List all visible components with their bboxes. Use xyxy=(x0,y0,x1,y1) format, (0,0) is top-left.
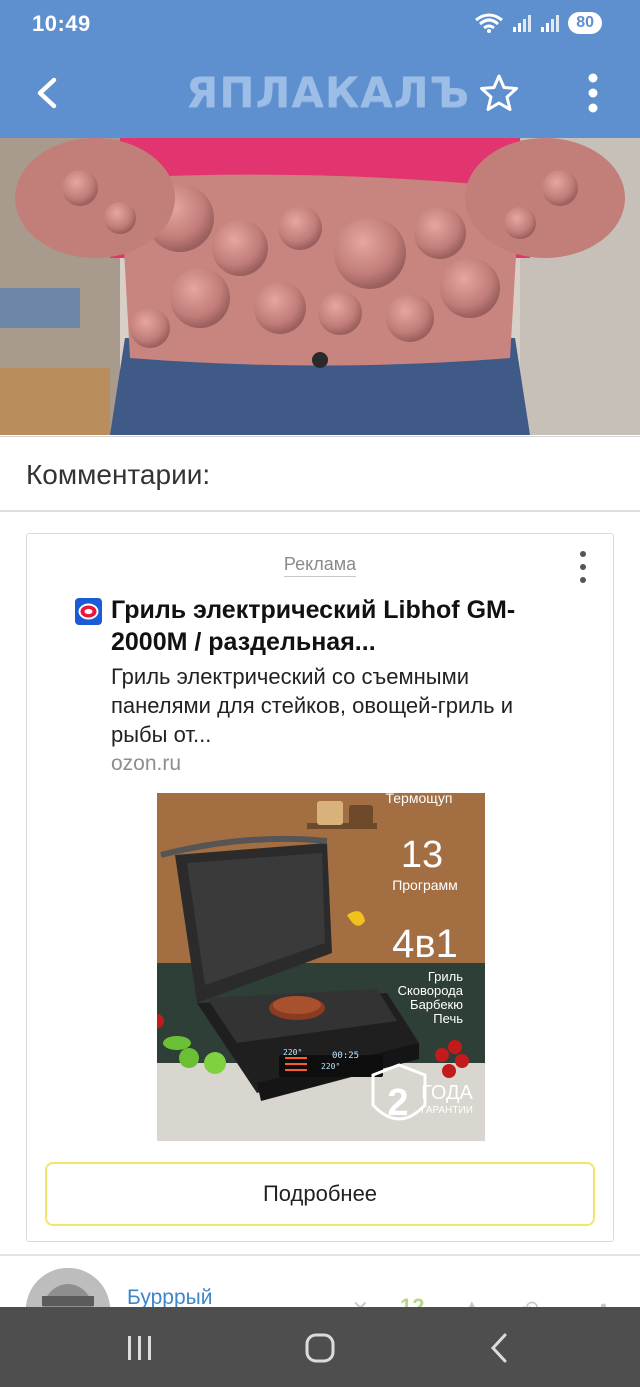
ad-description: Гриль электрический со съемными панелями… xyxy=(111,664,514,747)
display-time: 00:25 xyxy=(332,1051,359,1061)
post-photo[interactable] xyxy=(0,138,640,435)
product-probe-label: Термощуп xyxy=(385,793,452,806)
ad-details-button[interactable]: Подробнее xyxy=(45,1162,595,1226)
star-icon[interactable] xyxy=(478,72,520,114)
comment-item[interactable]: Бурррый ✕ 12 ▲ ↶ • xyxy=(0,1254,640,1314)
back-arrow-icon[interactable] xyxy=(28,70,68,116)
product-programs-label: Программ xyxy=(392,877,458,893)
comments-header: Комментарии: xyxy=(0,436,640,512)
product-modes-number: 4в1 xyxy=(392,922,458,966)
ad-label-text: Реклама xyxy=(283,554,357,577)
product-mode-3: Барбекю xyxy=(410,997,463,1012)
product-mode-4: Печь xyxy=(433,1011,463,1026)
product-programs-number: 13 xyxy=(401,834,443,876)
product-warranty-line2: ГАРАНТИИ xyxy=(421,1105,473,1116)
ad-card[interactable]: Реклама Гриль электрический Libhof GM-20… xyxy=(26,533,614,1242)
ad-title[interactable]: Гриль электрический Libhof GM-2000M / ра… xyxy=(111,594,571,658)
home-icon[interactable] xyxy=(300,1331,340,1365)
product-mode-1: Гриль xyxy=(428,969,463,984)
signal-icon xyxy=(513,15,532,32)
back-icon[interactable] xyxy=(480,1331,520,1365)
comments-title: Комментарии: xyxy=(26,459,211,490)
status-time: 10:49 xyxy=(32,11,91,36)
ad-product-image[interactable]: 220° 00:25 220° Термощуп 13 Программ 4в1 xyxy=(157,793,485,1141)
recent-apps-icon[interactable] xyxy=(120,1331,160,1365)
product-warranty-line1: ГОДА xyxy=(421,1082,473,1104)
product-warranty-number: 2 xyxy=(387,1082,408,1124)
more-vertical-icon[interactable] xyxy=(575,550,591,584)
app-bar: ЯПЛАКАЛЪ xyxy=(0,48,640,138)
ad-label: Реклама xyxy=(27,554,613,577)
post-photo-illustration xyxy=(0,138,640,435)
display-temp-2: 220° xyxy=(321,1062,340,1071)
system-nav-bar xyxy=(0,1307,640,1387)
status-bar: 10:49 80 xyxy=(0,0,640,48)
product-mode-2: Сковорода xyxy=(398,983,464,998)
status-icons: 80 xyxy=(474,12,602,34)
ozon-logo-icon xyxy=(75,598,102,625)
app-logo[interactable]: ЯПЛАКАЛЪ xyxy=(186,68,470,117)
signal-icon xyxy=(541,15,560,32)
ad-domain[interactable]: ozon.ru xyxy=(111,752,181,776)
more-vertical-icon[interactable] xyxy=(580,70,606,116)
wifi-icon xyxy=(475,13,504,33)
battery-indicator: 80 xyxy=(568,12,602,34)
display-temp-1: 220° xyxy=(283,1048,302,1057)
